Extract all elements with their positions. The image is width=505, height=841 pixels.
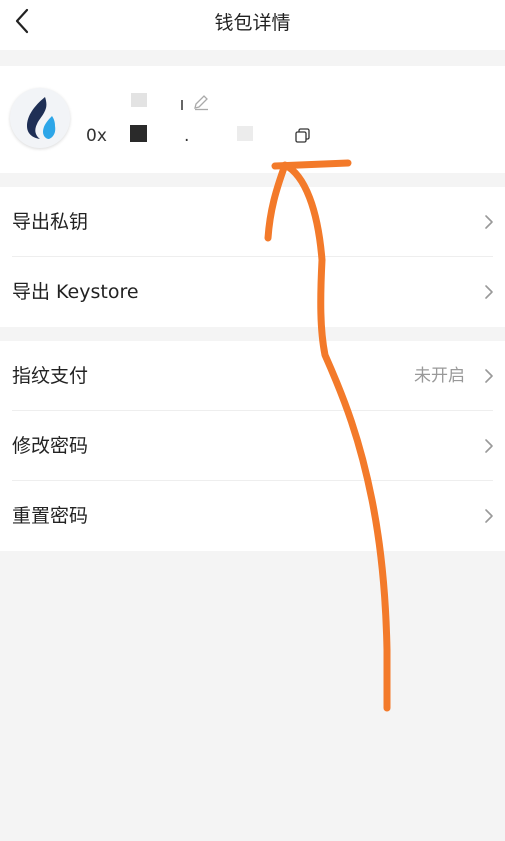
address-redacted-block-2 [237,126,253,141]
chevron-right-icon [485,285,493,299]
edit-icon [194,95,208,111]
row-label: 导出 Keystore [12,281,139,303]
fingerprint-payment-row[interactable]: 指纹支付 未开启 [0,341,505,411]
address-redacted-block [130,125,147,142]
security-group: 指纹支付 未开启 修改密码 重置密码 [0,341,505,551]
wallet-name-cursor [181,100,183,110]
header-bar: 钱包详情 [0,0,505,50]
row-label: 指纹支付 [12,365,89,387]
copy-address-button[interactable] [294,127,312,145]
chevron-right-icon [485,439,493,453]
export-keystore-row[interactable]: 导出 Keystore [0,257,505,327]
wallet-avatar [10,88,70,148]
export-private-key-row[interactable]: 导出私钥 [0,187,505,257]
edit-name-button[interactable] [192,93,210,111]
change-password-row[interactable]: 修改密码 [0,411,505,481]
wallet-card: 0x . [0,66,505,173]
row-label: 导出私钥 [12,211,89,233]
chevron-right-icon [485,369,493,383]
chevron-right-icon [485,215,493,229]
wallet-flame-icon [27,97,56,139]
page-title: 钱包详情 [214,12,291,34]
reset-password-row[interactable]: 重置密码 [0,481,505,551]
row-label: 修改密码 [12,435,89,457]
chevron-right-icon [485,509,493,523]
copy-icon [295,128,310,143]
address-separator: . [184,126,190,146]
address-prefix: 0x [86,126,107,146]
row-label: 重置密码 [12,505,89,527]
export-group: 导出私钥 导出 Keystore [0,187,505,327]
wallet-name-redacted [131,93,147,107]
fingerprint-status: 未开启 [414,366,465,386]
